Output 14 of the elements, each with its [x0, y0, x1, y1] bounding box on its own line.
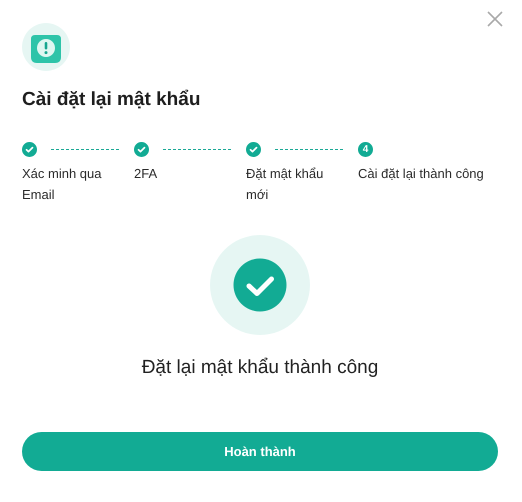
success-message: Đặt lại mật khẩu thành công: [142, 357, 378, 379]
close-icon: [486, 10, 504, 28]
finish-button[interactable]: Hoàn thành: [22, 432, 498, 471]
step-label: 2FA: [134, 165, 158, 183]
step-check-icon: [246, 142, 261, 156]
close-button[interactable]: [486, 10, 504, 28]
step-label: Đặt mật khẩu mới: [246, 165, 324, 204]
success-check-icon: [210, 235, 310, 335]
step-check-icon: [22, 142, 37, 156]
step-label: Cài đặt lại thành công: [358, 165, 485, 183]
dialog-title: Cài đặt lại mật khẩu: [22, 89, 202, 111]
step-check-icon: [134, 142, 149, 156]
step-number: 4: [358, 142, 373, 156]
step-label: Xác minh qua Email: [22, 165, 102, 204]
